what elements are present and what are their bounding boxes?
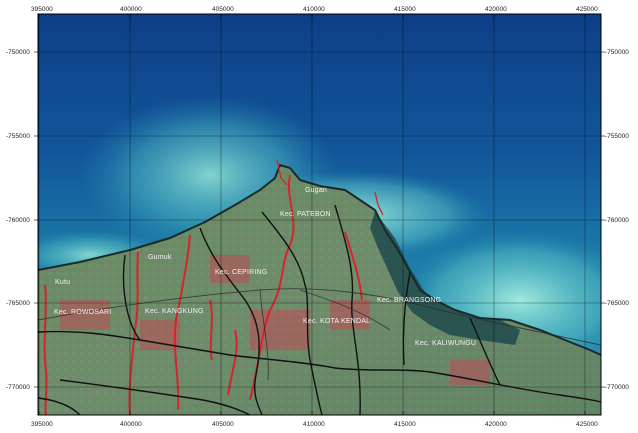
y-ticks-left: -750000 -755000 -760000 -765000 -770000 bbox=[6, 49, 30, 391]
x-tick-top: 410000 bbox=[303, 6, 325, 13]
y-ticks-right: -750000 -755000 -760000 -765000 -770000 bbox=[605, 49, 629, 391]
label-cepiring-town: Gumuk bbox=[148, 254, 172, 261]
x-tick-bottom: 425000 bbox=[576, 421, 598, 428]
x-tick-top: 400000 bbox=[120, 6, 142, 13]
x-ticks-bottom: 395000 400000 405000 410000 415000 42000… bbox=[31, 421, 598, 428]
x-tick-bottom: 405000 bbox=[212, 421, 234, 428]
label-kec-rowosari: Kec. ROWOSARI bbox=[54, 309, 111, 316]
x-ticks-top: 395000 400000 405000 410000 415000 42000… bbox=[31, 6, 598, 13]
label-kec-cepiring: Kec. CEPIRING bbox=[215, 269, 267, 276]
x-tick-bottom: 415000 bbox=[394, 421, 416, 428]
x-tick-bottom: 420000 bbox=[485, 421, 507, 428]
label-kec-kota-kendal: Kec. KOTA KENDAL bbox=[303, 318, 370, 325]
label-kec-kangkung: Kec. KANGKUNG bbox=[145, 308, 204, 315]
label-kec-patebon: Kec. PATEBON bbox=[280, 211, 331, 218]
label-kec-kaliwungu: Kec. KALIWUNGU bbox=[415, 340, 476, 347]
y-tick-right: -765000 bbox=[605, 300, 629, 307]
x-tick-top: 405000 bbox=[212, 6, 234, 13]
y-tick-right: -760000 bbox=[605, 217, 629, 224]
y-tick-left: -770000 bbox=[6, 384, 30, 391]
map-figure: Gugan Kec. PATEBON Gumuk Kec. CEPIRING K… bbox=[0, 0, 638, 433]
x-tick-bottom: 410000 bbox=[303, 421, 325, 428]
y-tick-left: -765000 bbox=[6, 300, 30, 307]
x-tick-top: 395000 bbox=[31, 6, 53, 13]
label-gumuk: Gugan bbox=[305, 187, 327, 194]
y-tick-right: -770000 bbox=[605, 384, 629, 391]
x-tick-bottom: 395000 bbox=[31, 421, 53, 428]
x-tick-top: 420000 bbox=[485, 6, 507, 13]
y-tick-right: -750000 bbox=[605, 49, 629, 56]
x-tick-top: 425000 bbox=[576, 6, 598, 13]
x-tick-bottom: 400000 bbox=[120, 421, 142, 428]
map-canvas: Gugan Kec. PATEBON Gumuk Kec. CEPIRING K… bbox=[6, 6, 629, 428]
x-tick-top: 415000 bbox=[394, 6, 416, 13]
y-tick-left: -750000 bbox=[6, 49, 30, 56]
label-kec-brangsong: Kec. BRANGSONG bbox=[377, 297, 441, 304]
y-tick-left: -760000 bbox=[6, 217, 30, 224]
y-tick-left: -755000 bbox=[6, 133, 30, 140]
label-kutu: Kutu bbox=[55, 279, 70, 286]
y-tick-right: -755000 bbox=[605, 133, 629, 140]
